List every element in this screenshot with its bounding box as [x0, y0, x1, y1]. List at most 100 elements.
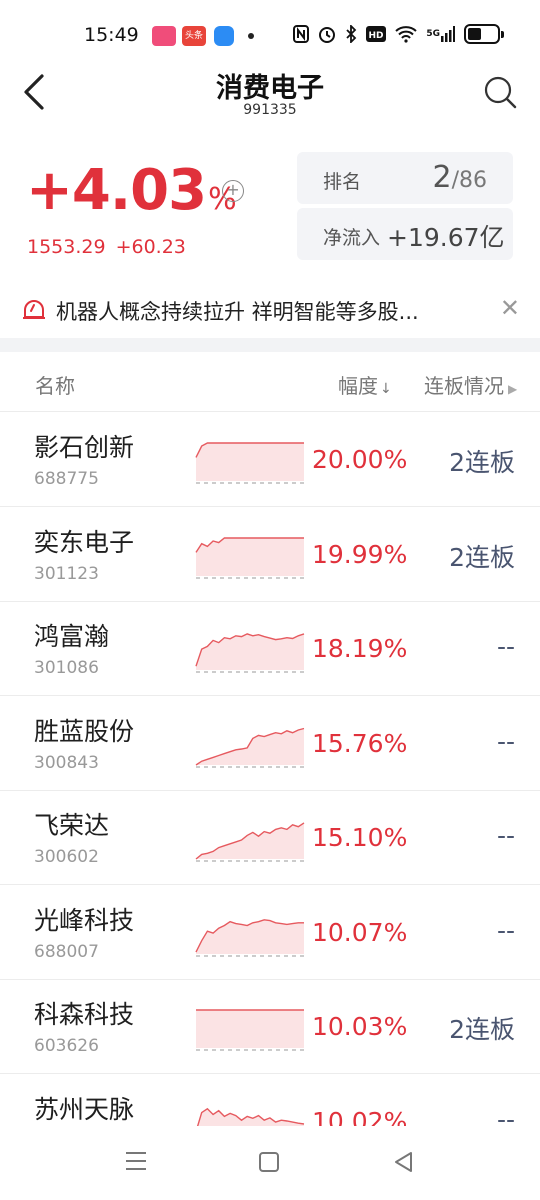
rank-total: /86 [451, 168, 487, 193]
intraday-sparkline [196, 1107, 305, 1126]
sort-down-icon: ↓ [380, 381, 392, 397]
stock-code: 688007 [34, 942, 99, 962]
intraday-sparkline [195, 919, 304, 957]
sparkline-area [196, 728, 304, 765]
stock-change: 18.19% [312, 634, 408, 663]
home-icon[interactable] [259, 1152, 279, 1172]
limit-status: 2连板 [449, 1015, 515, 1044]
limit-status: -- [496, 1105, 515, 1126]
stock-code: 300843 [34, 753, 99, 773]
stock-name: 鸿富瀚 [34, 622, 110, 651]
table-row[interactable]: 胜蓝股份 300843 15.76% -- [0, 696, 540, 791]
limit-status: -- [496, 916, 515, 945]
change-value: +4.03 [26, 158, 207, 223]
limit-status: -- [496, 632, 515, 661]
price-line: 1553.29 +60.23 [27, 236, 186, 258]
stock-change: 10.07% [312, 918, 408, 947]
netflow-box[interactable]: 净流入 +19.67亿 [297, 208, 513, 260]
sparkline-area [196, 443, 304, 481]
notification-dot-icon [248, 33, 254, 39]
signal-5g-icon: 5G [426, 24, 455, 44]
stock-code: 301123 [34, 564, 99, 584]
battery-icon [464, 24, 504, 44]
system-nav-bar [0, 1126, 540, 1200]
column-name: 名称 [35, 374, 75, 398]
stock-name: 影石创新 [34, 433, 135, 462]
nfc-icon [293, 24, 310, 44]
table-header: 名称 幅度 ↓ 连板情况 ▶ [0, 352, 540, 412]
wifi-icon [395, 24, 418, 44]
status-time: 15:49 [84, 24, 139, 46]
index-price-change: +60.23 [115, 236, 186, 258]
intraday-sparkline [195, 633, 305, 673]
intraday-sparkline [196, 1009, 304, 1051]
intraday-sparkline [195, 537, 304, 579]
column-change-label: 幅度 [338, 374, 378, 398]
news-ticker[interactable]: 机器人概念持续拉升 祥明智能等多股... ✕ [0, 282, 540, 336]
column-limit[interactable]: 连板情况 ▶ [424, 370, 517, 399]
stock-code: 300602 [34, 847, 99, 867]
intraday-sparkline [195, 822, 305, 862]
stock-code: 301086 [34, 658, 99, 678]
hd-icon: HD [366, 24, 387, 44]
stock-name: 科森科技 [34, 1000, 135, 1029]
table-row[interactable]: 影石创新 688775 20.00% 2连板 [0, 412, 540, 507]
stock-change: 10.02% [312, 1107, 408, 1126]
column-limit-label: 连板情况 [424, 374, 504, 398]
sector-code: 991335 [243, 102, 297, 118]
sparkline-area [196, 633, 304, 670]
stock-name: 奕东电子 [34, 528, 135, 557]
menu-icon[interactable] [124, 1150, 148, 1172]
table-row[interactable]: 奕东电子 301123 19.99% 2连板 [0, 507, 540, 602]
sparkline-area [196, 1010, 304, 1048]
limit-status: -- [496, 727, 515, 756]
close-icon[interactable]: ✕ [500, 294, 520, 322]
stock-change: 10.03% [312, 1012, 408, 1041]
alert-icon [22, 298, 46, 320]
search-icon [484, 76, 517, 109]
table-row[interactable]: 苏州天脉 10.02% -- [0, 1074, 540, 1126]
stock-code: 688775 [34, 469, 99, 489]
rank-value: 2/86 [433, 160, 488, 195]
alarm-icon [318, 24, 336, 44]
stock-list: 影石创新 688775 20.00% 2连板 奕东电子 301123 19.99… [0, 412, 540, 1126]
news-text[interactable]: 机器人概念持续拉升 祥明智能等多股... [56, 296, 466, 326]
limit-status: 2连板 [449, 543, 515, 572]
plus-icon: + [226, 180, 240, 199]
page-header: 消费电子 991335 [0, 62, 540, 126]
stock-name: 苏州天脉 [34, 1095, 135, 1124]
back-triangle-icon[interactable] [392, 1150, 414, 1174]
rank-label: 排名 [323, 171, 362, 193]
table-row[interactable]: 飞荣达 300602 15.10% -- [0, 790, 540, 885]
network-label: 5G [426, 29, 440, 39]
stock-code: 603626 [34, 1036, 99, 1056]
bluetooth-icon [345, 24, 357, 44]
shopping-app-icon [152, 26, 176, 46]
search-button[interactable] [482, 74, 518, 110]
stock-change: 15.76% [312, 729, 408, 758]
rank-number: 2 [432, 160, 452, 195]
stock-name: 光峰科技 [34, 906, 135, 935]
stock-change: 20.00% [312, 445, 408, 474]
netflow-label: 净流入 [323, 227, 381, 249]
add-watchlist-button[interactable]: + [222, 180, 244, 202]
status-right: HD 5G [293, 24, 504, 44]
table-row[interactable]: 科森科技 603626 10.03% 2连板 [0, 979, 540, 1074]
status-bar: 15:49 头条 HD 5G [0, 0, 540, 70]
stock-change: 15.10% [312, 823, 408, 852]
stock-name: 飞荣达 [34, 811, 110, 840]
column-change[interactable]: 幅度 ↓ [338, 370, 392, 399]
section-divider [0, 338, 540, 352]
table-row[interactable]: 鸿富瀚 301086 18.19% -- [0, 601, 540, 696]
limit-status: 2连板 [449, 448, 515, 477]
rank-box[interactable]: 排名 2/86 [297, 152, 513, 204]
stock-name: 胜蓝股份 [34, 717, 135, 746]
stock-change: 19.99% [312, 540, 408, 569]
table-row[interactable]: 光峰科技 688007 10.07% -- [0, 885, 540, 980]
svg-text:HD: HD [369, 31, 384, 41]
caret-right-icon: ▶ [508, 382, 518, 396]
limit-status: -- [496, 821, 515, 850]
index-price: 1553.29 [27, 236, 106, 258]
blue-app-icon [214, 26, 234, 46]
intraday-sparkline [195, 727, 305, 768]
